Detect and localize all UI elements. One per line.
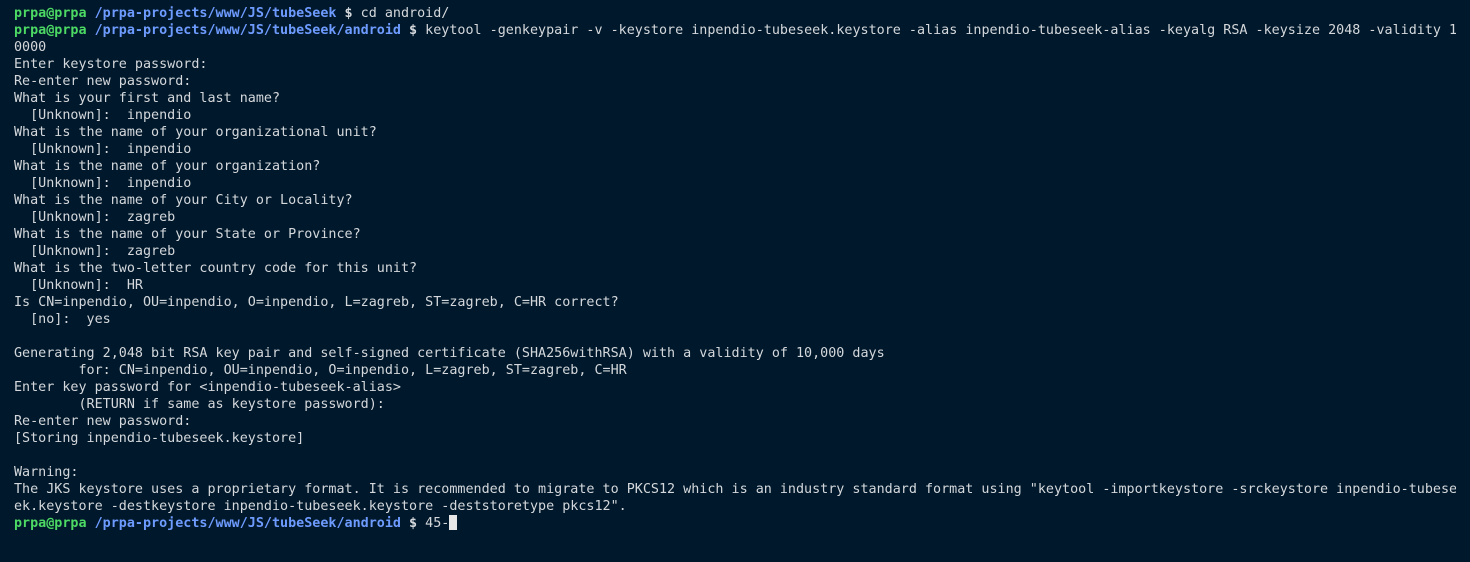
output-line: [Unknown]: inpendio: [14, 142, 192, 157]
output-line: [Unknown]: inpendio: [14, 108, 192, 123]
prompt-user-host: prpa@prpa: [14, 516, 87, 531]
output-line: [Unknown]: inpendio: [14, 176, 192, 191]
output-line: Enter key password for <inpendio-tubesee…: [14, 380, 401, 395]
output-line: [Unknown]: zagreb: [14, 210, 176, 225]
output-line: Re-enter new password:: [14, 414, 192, 429]
output-line: Is CN=inpendio, OU=inpendio, O=inpendio,…: [14, 295, 619, 310]
command-text: keytool -genkeypair -v -keystore inpendi…: [425, 23, 1456, 38]
output-line: The JKS keystore uses a proprietary form…: [14, 482, 1456, 497]
output-line: ek.keystore -destkeystore inpendio-tubes…: [14, 499, 627, 514]
output-line: [Unknown]: zagreb: [14, 244, 176, 259]
command-text[interactable]: 45-: [425, 516, 449, 531]
command-text: cd android/: [360, 6, 450, 21]
prompt-user-host: prpa@prpa: [14, 23, 87, 38]
output-line: What is the name of your State or Provin…: [14, 227, 361, 242]
prompt-path: /prpa-projects/www/JS/tubeSeek: [94, 6, 337, 21]
output-line: Enter keystore password:: [14, 57, 208, 72]
prompt-symbol: $: [409, 23, 418, 38]
output-line: 0000: [14, 40, 47, 55]
output-line: Generating 2,048 bit RSA key pair and se…: [14, 346, 885, 361]
prompt-path: /prpa-projects/www/JS/tubeSeek/android: [94, 516, 401, 531]
output-line: Warning:: [14, 465, 79, 480]
output-line: What is the name of your City or Localit…: [14, 193, 353, 208]
prompt-line: prpa@prpa /prpa-projects/www/JS/tubeSeek…: [14, 22, 1456, 39]
output-line: for: CN=inpendio, OU=inpendio, O=inpendi…: [14, 363, 627, 378]
prompt-user-host: prpa@prpa: [14, 6, 87, 21]
output-line: Re-enter new password:: [14, 74, 192, 89]
output-line: [Storing inpendio-tubeseek.keystore]: [14, 431, 305, 446]
prompt-path: /prpa-projects/www/JS/tubeSeek/android: [94, 23, 401, 38]
output-line: What is your first and last name?: [14, 91, 281, 106]
prompt-symbol: $: [344, 6, 353, 21]
output-line: [Unknown]: HR: [14, 278, 143, 293]
prompt-symbol: $: [409, 516, 418, 531]
output-line: What is the two-letter country code for …: [14, 261, 418, 276]
output-line: What is the name of your organizational …: [14, 125, 377, 140]
output-line: (RETURN if same as keystore password):: [14, 397, 385, 412]
prompt-line: prpa@prpa /prpa-projects/www/JS/tubeSeek…: [14, 515, 1456, 532]
prompt-line: prpa@prpa /prpa-projects/www/JS/tubeSeek…: [14, 5, 1456, 22]
output-line: [no]: yes: [14, 312, 111, 327]
terminal-output[interactable]: prpa@prpa /prpa-projects/www/JS/tubeSeek…: [14, 5, 1456, 532]
text-cursor: [449, 515, 458, 530]
output-line: What is the name of your organization?: [14, 159, 321, 174]
